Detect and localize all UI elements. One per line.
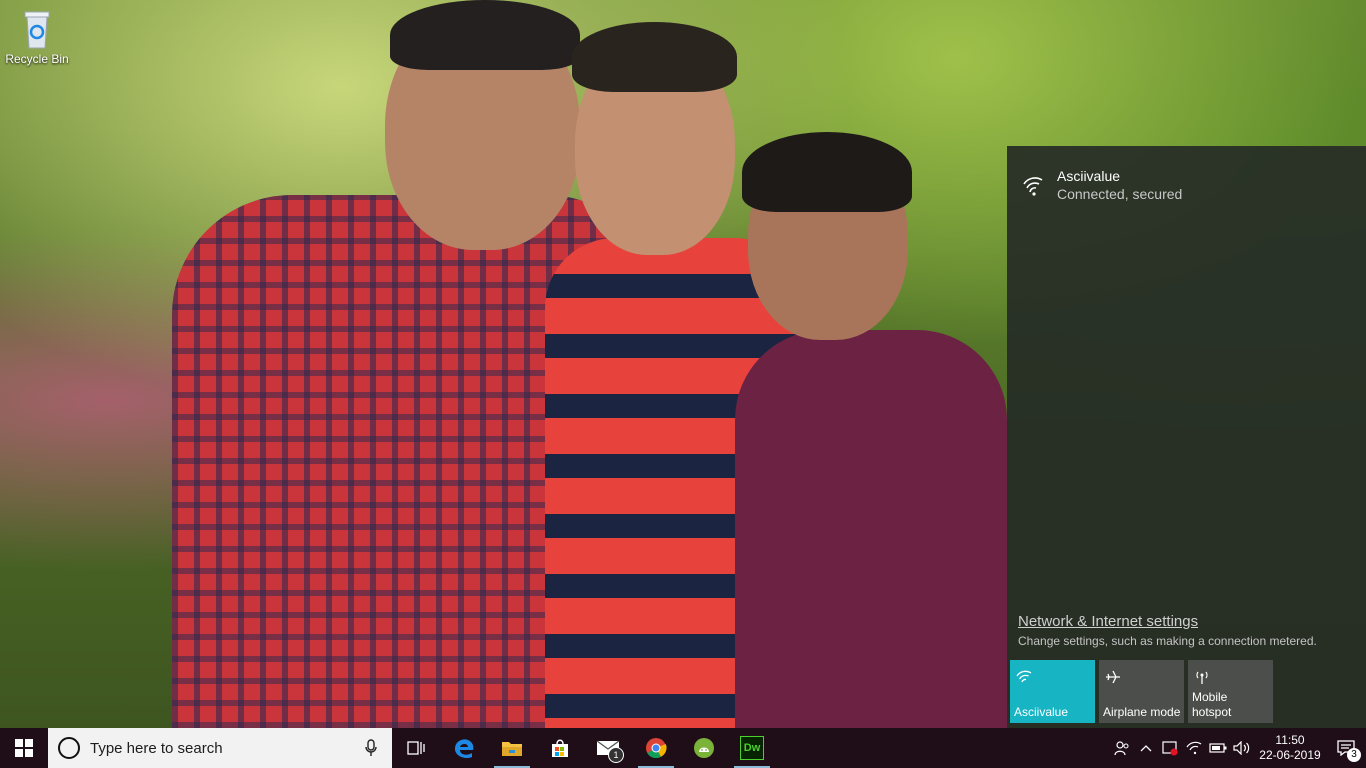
task-view-icon bbox=[407, 741, 425, 755]
tray-battery-button[interactable] bbox=[1206, 728, 1230, 768]
quick-action-wifi[interactable]: Asciivalue bbox=[1010, 660, 1095, 723]
quick-action-label: Airplane mode bbox=[1103, 705, 1181, 719]
chrome-icon bbox=[646, 738, 667, 759]
tray-volume-button[interactable] bbox=[1230, 728, 1254, 768]
windows-logo-icon bbox=[15, 739, 33, 757]
start-button[interactable] bbox=[0, 728, 48, 768]
wifi-icon bbox=[1023, 177, 1043, 196]
wallpaper-person-boy-hair bbox=[572, 22, 737, 92]
clock-time: 11:50 bbox=[1275, 733, 1305, 747]
network-settings-link[interactable]: Network & Internet settings bbox=[1018, 613, 1198, 630]
dreamweaver-icon: Dw bbox=[740, 736, 764, 760]
file-explorer-icon bbox=[502, 742, 522, 756]
system-tray: 11:50 22-06-2019 3 bbox=[1110, 728, 1366, 768]
cortana-icon bbox=[58, 737, 80, 759]
wallpaper-person-woman bbox=[735, 330, 1007, 728]
taskbar-task-view-button[interactable] bbox=[392, 728, 440, 768]
quick-action-mobile-hotspot[interactable]: Mobile hotspot bbox=[1188, 660, 1273, 723]
taskbar-edge-button[interactable] bbox=[440, 728, 488, 768]
network-status: Connected, secured bbox=[1057, 186, 1183, 202]
notification-count: 3 bbox=[1347, 748, 1361, 762]
search-placeholder: Type here to search bbox=[90, 739, 223, 757]
tray-security-button[interactable] bbox=[1158, 728, 1182, 768]
network-name: Asciivalue bbox=[1057, 168, 1121, 184]
taskbar-dreamweaver-button[interactable]: Dw bbox=[728, 728, 776, 768]
dreamweaver-icon-label: Dw bbox=[743, 742, 761, 754]
chevron-up-icon bbox=[1140, 745, 1152, 752]
hotspot-icon bbox=[1196, 671, 1208, 684]
network-settings-description: Change settings, such as making a connec… bbox=[1018, 634, 1317, 648]
wallpaper-person-woman-hair bbox=[742, 132, 912, 212]
recycle-bin-icon bbox=[24, 11, 50, 49]
desktop-icon-label: Recycle Bin bbox=[5, 52, 69, 66]
taskbar-android-studio-button[interactable] bbox=[680, 728, 728, 768]
volume-icon bbox=[1233, 741, 1250, 755]
network-list-item[interactable]: Asciivalue Connected, secured bbox=[1021, 168, 1182, 202]
quick-action-airplane-mode[interactable]: Airplane mode bbox=[1099, 660, 1184, 723]
security-alert-icon bbox=[1162, 741, 1178, 756]
wallpaper-person-man-hair bbox=[390, 0, 580, 70]
wifi-icon bbox=[1186, 741, 1202, 755]
mail-badge: 1 bbox=[608, 747, 624, 763]
taskbar-chrome-button[interactable] bbox=[632, 728, 680, 768]
android-studio-icon bbox=[694, 738, 714, 758]
taskbar: Type here to search 1 Dw 11:50 22-06-201… bbox=[0, 728, 1366, 768]
quick-action-label: Asciivalue bbox=[1014, 705, 1069, 719]
people-icon bbox=[1114, 741, 1129, 756]
wifi-icon bbox=[1016, 670, 1032, 683]
tray-overflow-button[interactable] bbox=[1134, 728, 1158, 768]
tray-people-button[interactable] bbox=[1110, 728, 1134, 768]
store-icon bbox=[552, 739, 568, 757]
quick-actions: Asciivalue Airplane mode Mobile hotspot bbox=[1010, 660, 1273, 723]
action-center-button[interactable]: 3 bbox=[1326, 728, 1366, 768]
quick-action-label: Mobile hotspot bbox=[1192, 690, 1232, 719]
taskbar-mail-button[interactable]: 1 bbox=[584, 728, 632, 768]
network-flyout: Asciivalue Connected, secured Network & … bbox=[1007, 146, 1366, 728]
taskbar-clock[interactable]: 11:50 22-06-2019 bbox=[1254, 733, 1326, 763]
taskbar-search-box[interactable]: Type here to search bbox=[48, 728, 392, 768]
edge-icon bbox=[455, 739, 474, 759]
desktop-icon-recycle-bin[interactable]: Recycle Bin bbox=[2, 6, 72, 66]
tray-network-button[interactable] bbox=[1182, 728, 1206, 768]
airplane-icon bbox=[1106, 670, 1120, 684]
microphone-icon[interactable] bbox=[364, 739, 378, 757]
battery-icon bbox=[1209, 743, 1227, 753]
taskbar-store-button[interactable] bbox=[536, 728, 584, 768]
taskbar-file-explorer-button[interactable] bbox=[488, 728, 536, 768]
clock-date: 22-06-2019 bbox=[1259, 748, 1321, 762]
